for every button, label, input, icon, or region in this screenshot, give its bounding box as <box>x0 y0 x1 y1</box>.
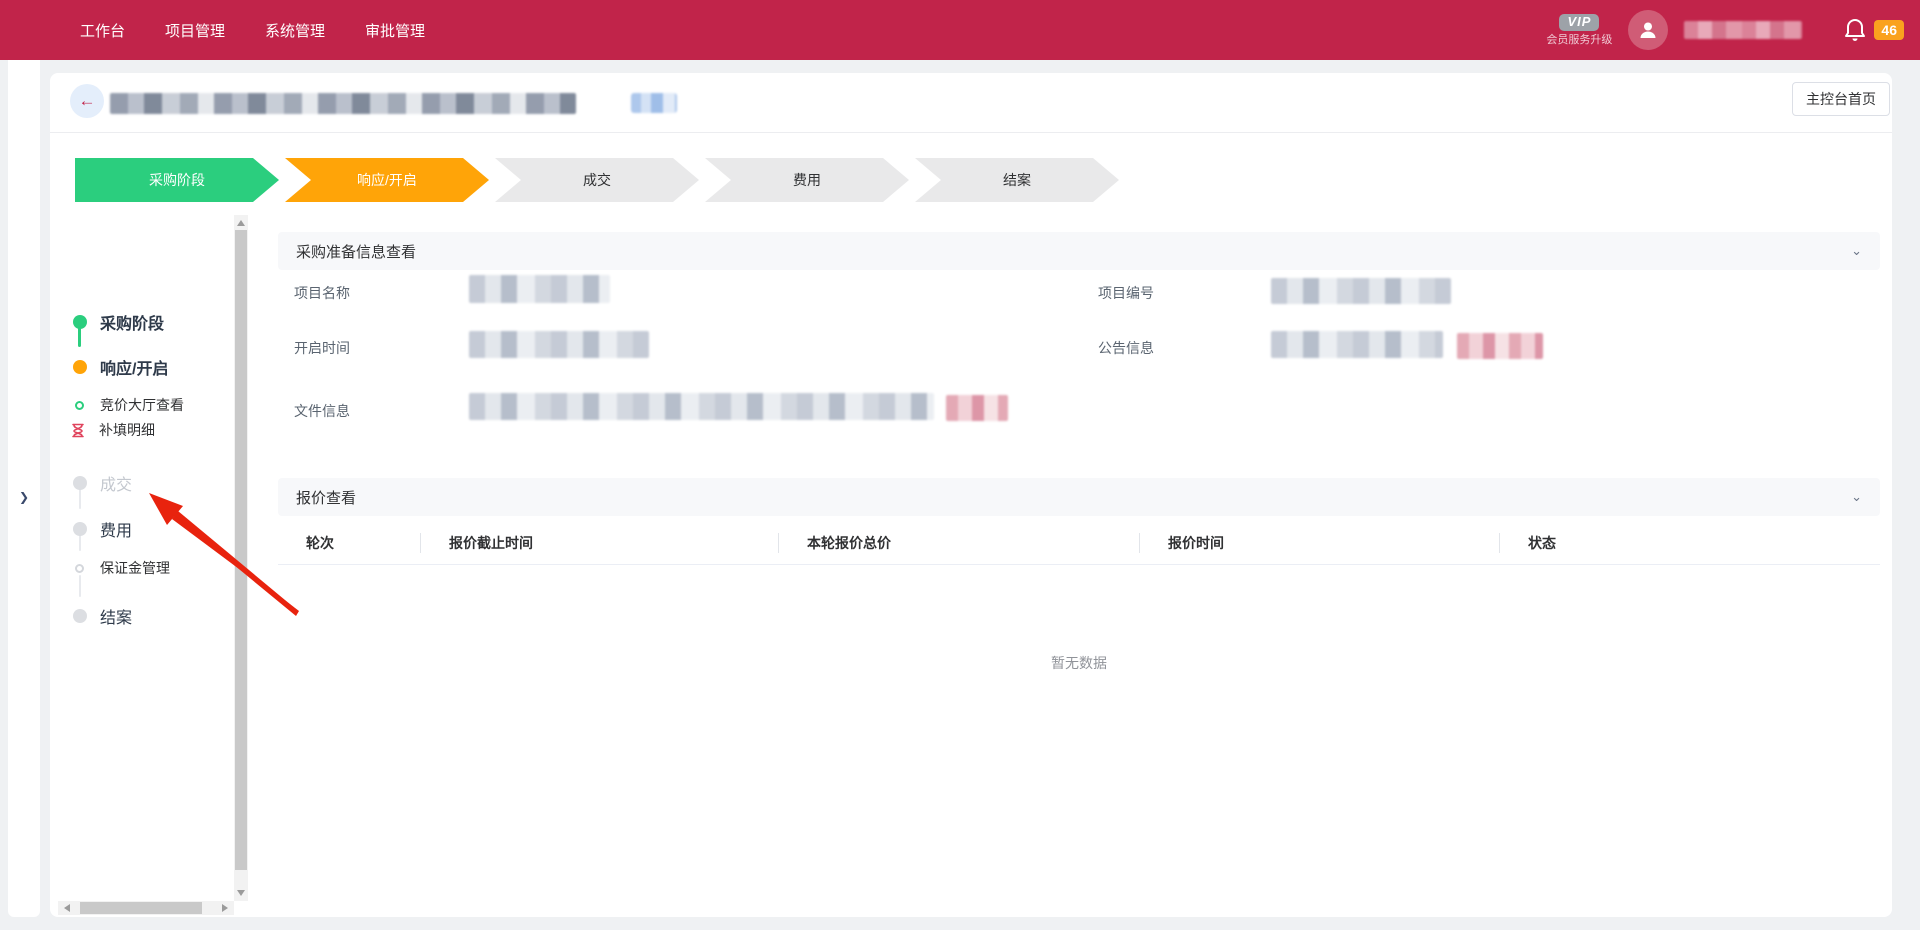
step-response-open[interactable]: 响应/开启 <box>285 158 489 202</box>
stage-timeline: 采购阶段 响应/开启 竞价大厅查看 补填明细 成交 费用 保证金管理 <box>50 215 234 915</box>
project-name-value-redacted <box>469 275 610 303</box>
sidebar-vertical-scrollbar[interactable] <box>234 215 248 901</box>
sidebar-item-label: 结案 <box>100 604 132 628</box>
timeline-connector <box>79 575 81 597</box>
step-label: 响应/开启 <box>357 170 417 190</box>
notice-link-redacted[interactable] <box>1457 333 1543 359</box>
sidebar-item-label: 补填明细 <box>99 420 155 440</box>
gray-dot-icon <box>73 522 87 536</box>
sidebar-item-response-open[interactable]: 响应/开启 <box>73 355 168 379</box>
field-label-project-name: 项目名称 <box>294 283 350 303</box>
notifications[interactable]: 46 <box>1844 18 1904 42</box>
sidebar-item-deposit-management[interactable]: 保证金管理 <box>75 558 170 578</box>
step-fees[interactable]: 费用 <box>705 158 909 202</box>
sidebar-item-label: 保证金管理 <box>100 558 170 578</box>
sidebar-item-label: 响应/开启 <box>100 355 168 379</box>
green-dot-icon <box>73 315 87 329</box>
step-procurement-stage[interactable]: 采购阶段 <box>75 158 279 202</box>
person-icon <box>1637 19 1659 41</box>
orange-dot-icon <box>73 360 87 374</box>
prep-info-section-header[interactable]: 采购准备信息查看 ⌄ <box>278 232 1880 270</box>
field-label-open-time: 开启时间 <box>294 338 350 358</box>
back-arrow-icon: ← <box>79 91 96 111</box>
nav-item-system-management[interactable]: 系统管理 <box>265 20 325 41</box>
horizontal-scroll-thumb[interactable] <box>80 902 202 914</box>
breadcrumb-row: ← 主控台首页 <box>50 73 1892 133</box>
nav-item-workbench[interactable]: 工作台 <box>80 20 125 41</box>
file-info-value-redacted <box>469 393 934 420</box>
step-label: 采购阶段 <box>149 170 205 190</box>
main-panel: ← 主控台首页 采购阶段 响应/开启 成交 费用 结案 采购 <box>50 73 1892 917</box>
file-link-redacted[interactable] <box>946 395 1008 421</box>
step-closing[interactable]: 结案 <box>915 158 1119 202</box>
column-header-round: 轮次 <box>278 533 420 553</box>
back-button[interactable]: ← <box>70 84 104 118</box>
scroll-up-arrow[interactable] <box>237 220 245 226</box>
bell-icon <box>1844 18 1866 42</box>
sidebar-horizontal-scrollbar[interactable] <box>58 901 234 915</box>
step-label: 成交 <box>583 170 611 190</box>
status-tag-redacted <box>631 93 677 113</box>
step-label: 结案 <box>1003 170 1031 190</box>
empty-state-text: 暂无数据 <box>278 653 1880 673</box>
drawer-expand-button[interactable]: ❯ <box>17 490 31 504</box>
sidebar-item-procurement-stage[interactable]: 采购阶段 <box>73 310 164 334</box>
quote-table-header-row: 轮次 报价截止时间 本轮报价总价 报价时间 状态 <box>278 521 1880 565</box>
vip-upgrade-label: 会员服务升级 <box>1546 34 1612 47</box>
sidebar-item-supplement-detail[interactable]: 补填明细 <box>71 420 155 440</box>
column-header-round-total-price: 本轮报价总价 <box>778 533 1139 553</box>
username-redacted[interactable] <box>1684 21 1802 39</box>
field-label-notice-info: 公告信息 <box>1098 338 1154 358</box>
collapsed-side-drawer: ❯ <box>8 60 40 917</box>
vip-upgrade[interactable]: VIP 会员服务升级 <box>1546 13 1612 46</box>
sidebar-item-label: 费用 <box>100 517 132 541</box>
vertical-scroll-thumb[interactable] <box>235 230 247 870</box>
sidebar-item-bidding-hall[interactable]: 竞价大厅查看 <box>75 395 184 415</box>
quote-section-header[interactable]: 报价查看 ⌄ <box>278 478 1880 516</box>
sidebar-item-label: 竞价大厅查看 <box>100 395 184 415</box>
vip-icon: VIP <box>1559 14 1599 31</box>
column-header-quote-time: 报价时间 <box>1139 533 1499 553</box>
topbar: 工作台 项目管理 系统管理 审批管理 VIP 会员服务升级 46 <box>0 0 1920 60</box>
chevron-down-icon[interactable]: ⌄ <box>1851 489 1862 505</box>
scroll-right-arrow[interactable] <box>222 904 228 912</box>
open-time-value-redacted <box>469 331 649 358</box>
user-avatar[interactable] <box>1628 10 1668 50</box>
notice-info-value-redacted <box>1271 331 1443 358</box>
process-steps: 采购阶段 响应/开启 成交 费用 结案 <box>75 158 1125 202</box>
console-home-button[interactable]: 主控台首页 <box>1792 82 1890 116</box>
chevron-down-icon[interactable]: ⌄ <box>1851 243 1862 259</box>
section-title: 报价查看 <box>296 487 356 508</box>
scroll-left-arrow[interactable] <box>64 904 70 912</box>
section-title: 采购准备信息查看 <box>296 241 416 262</box>
main-nav: 工作台 项目管理 系统管理 审批管理 <box>80 0 425 60</box>
sidebar-item-label: 采购阶段 <box>100 310 164 334</box>
hourglass-icon <box>71 423 85 438</box>
column-header-status: 状态 <box>1499 533 1880 553</box>
sidebar-item-deal[interactable]: 成交 <box>73 471 132 495</box>
sidebar-item-label: 成交 <box>100 471 132 495</box>
project-title-redacted <box>110 93 576 114</box>
field-label-project-code: 项目编号 <box>1098 283 1154 303</box>
hollow-gray-ring-icon <box>75 564 84 573</box>
hollow-green-ring-icon <box>75 401 84 410</box>
gray-dot-icon <box>73 609 87 623</box>
notification-count-badge: 46 <box>1874 20 1904 40</box>
console-home-label: 主控台首页 <box>1806 89 1876 109</box>
scroll-down-arrow[interactable] <box>237 890 245 896</box>
field-label-file-info: 文件信息 <box>294 401 350 421</box>
step-label: 费用 <box>793 170 821 190</box>
gray-dot-icon <box>73 476 87 490</box>
sidebar-item-fees[interactable]: 费用 <box>73 517 132 541</box>
nav-item-project-management[interactable]: 项目管理 <box>165 20 225 41</box>
sidebar-item-closing[interactable]: 结案 <box>73 604 132 628</box>
column-header-quote-deadline: 报价截止时间 <box>420 533 778 553</box>
nav-item-approval-management[interactable]: 审批管理 <box>365 20 425 41</box>
project-code-value-redacted <box>1271 278 1451 304</box>
step-deal[interactable]: 成交 <box>495 158 699 202</box>
